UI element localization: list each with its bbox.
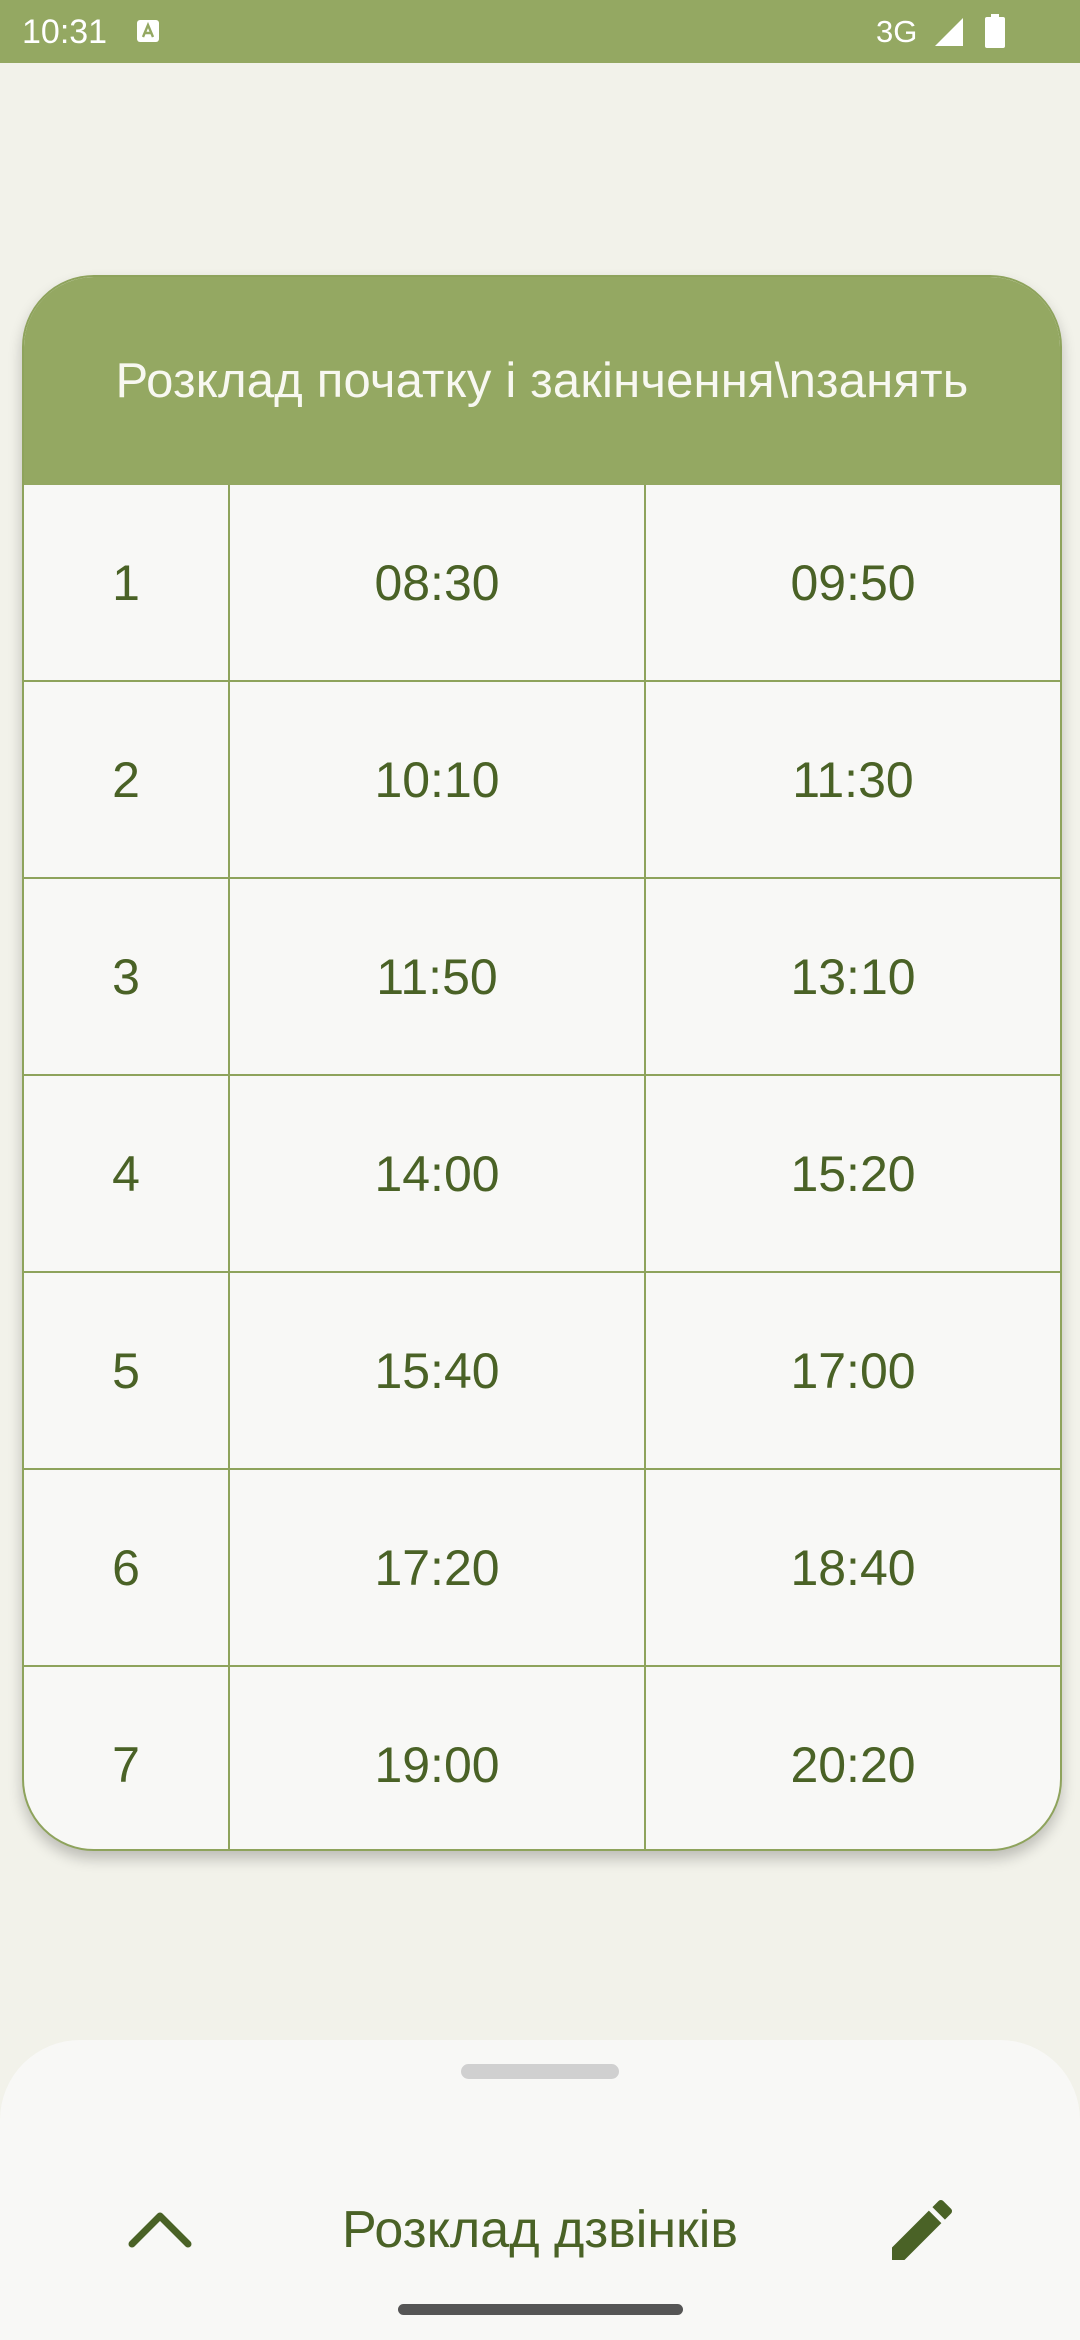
lesson-number: 1	[24, 485, 230, 682]
table-row: 2 10:10 11:30	[24, 680, 1060, 879]
battery-icon	[985, 14, 1005, 48]
end-time: 11:30	[644, 680, 1060, 879]
start-time: 17:20	[228, 1468, 646, 1667]
start-time: 14:00	[228, 1074, 646, 1273]
table-row: 3 11:50 13:10	[24, 877, 1060, 1076]
status-network-type: 3G	[876, 14, 918, 49]
drag-handle[interactable]	[461, 2064, 619, 2079]
end-time: 15:20	[644, 1074, 1060, 1273]
start-time: 11:50	[228, 877, 646, 1076]
lesson-number: 7	[24, 1665, 230, 1849]
signal-icon	[935, 18, 963, 46]
lesson-number: 6	[24, 1468, 230, 1667]
schedule-table: 1 08:30 09:50 2 10:10 11:30 3 11:50 13:1…	[24, 485, 1060, 1849]
end-time: 09:50	[644, 485, 1060, 682]
status-bar: 10:31 3G	[0, 0, 1080, 63]
start-time: 19:00	[228, 1665, 646, 1849]
lesson-number: 2	[24, 680, 230, 879]
keyboard-a-icon	[137, 20, 159, 42]
end-time: 20:20	[644, 1665, 1060, 1849]
lesson-number: 3	[24, 877, 230, 1076]
table-row: 5 15:40 17:00	[24, 1271, 1060, 1470]
start-time: 15:40	[228, 1271, 646, 1470]
end-time: 18:40	[644, 1468, 1060, 1667]
bottom-sheet[interactable]: Розклад дзвінків	[0, 2040, 1080, 2340]
table-row: 7 19:00 20:20	[24, 1665, 1060, 1849]
table-row: 1 08:30 09:50	[24, 485, 1060, 682]
table-row: 4 14:00 15:20	[24, 1074, 1060, 1273]
sheet-title: Розклад дзвінків	[342, 2201, 738, 2259]
chevron-up-icon[interactable]	[120, 2190, 200, 2270]
start-time: 10:10	[228, 680, 646, 879]
edit-pencil-icon[interactable]	[882, 2190, 962, 2270]
start-time: 08:30	[228, 485, 646, 682]
lesson-number: 5	[24, 1271, 230, 1470]
table-row: 6 17:20 18:40	[24, 1468, 1060, 1667]
end-time: 13:10	[644, 877, 1060, 1076]
card-title: Розклад початку і закінчення\nзанять	[24, 277, 1060, 485]
schedule-card: Розклад початку і закінчення\nзанять 1 0…	[22, 275, 1062, 1851]
status-time: 10:31	[22, 13, 108, 51]
home-indicator[interactable]	[398, 2304, 683, 2315]
lesson-number: 4	[24, 1074, 230, 1273]
end-time: 17:00	[644, 1271, 1060, 1470]
